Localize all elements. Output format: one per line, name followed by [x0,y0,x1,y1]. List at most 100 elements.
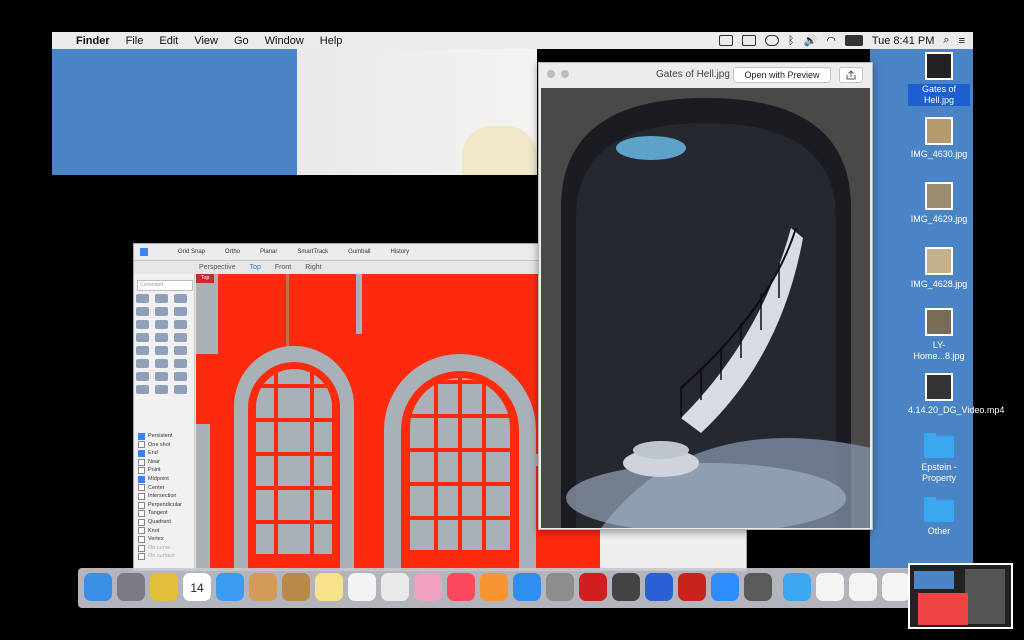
wifi-icon[interactable]: ◠ [826,34,836,47]
rhino-icon[interactable] [612,573,640,601]
osnap-checkbox[interactable] [138,553,145,561]
launchpad-icon[interactable] [117,573,145,601]
gumball-toggle[interactable]: Gumball [348,249,370,255]
bluetooth-icon[interactable]: ᛒ [788,35,795,47]
tab-front[interactable]: Front [275,264,291,271]
osnap-item[interactable]: Midpoint [138,475,182,484]
spotlight-icon[interactable]: ⌕ [943,34,949,47]
history-toggle[interactable]: History [391,249,410,255]
tool-icon[interactable] [136,346,149,355]
tool-icon[interactable] [155,307,168,316]
books-icon[interactable] [480,573,508,601]
tab-perspective[interactable]: Perspective [199,264,236,271]
osnap-item[interactable]: Near [138,458,182,467]
menu-finder[interactable]: Finder [68,35,118,47]
osnap-item[interactable]: End [138,449,182,458]
osnap-item[interactable]: On surface [138,552,182,561]
menu-edit[interactable]: Edit [151,35,186,47]
autocad-icon[interactable] [579,573,607,601]
window-icon[interactable] [882,573,910,601]
acrobat-icon[interactable] [678,573,706,601]
tool-icon[interactable] [174,346,187,355]
tool-icon[interactable] [155,333,168,342]
command-input[interactable]: Command [137,280,193,291]
tool-icon[interactable] [174,385,187,394]
osnap-item[interactable]: Tangent [138,509,182,518]
osnap-checkbox[interactable] [138,518,145,526]
osnap-item[interactable]: Vertex [138,535,182,544]
tool-icon[interactable] [174,307,187,316]
osnap-checkbox[interactable] [138,492,145,500]
music-icon[interactable] [447,573,475,601]
tool-icon[interactable] [136,359,149,368]
tool-icon[interactable] [155,346,168,355]
desktop-icon[interactable]: Other [908,497,970,537]
osnap-checkbox[interactable] [138,535,145,543]
zoom-icon[interactable] [711,573,739,601]
preview-icon[interactable] [249,573,277,601]
textedit-icon[interactable] [381,573,409,601]
osnap-item[interactable]: Point [138,466,182,475]
osnap-item[interactable]: On curve [138,544,182,553]
tool-icon[interactable] [174,359,187,368]
desktop-icon[interactable]: IMG_4629.jpg [908,182,970,225]
osnap-checkbox[interactable] [138,458,145,466]
tool-icon[interactable] [136,385,149,394]
tool-icon[interactable] [136,333,149,342]
osnap-checkbox[interactable] [138,544,145,552]
osnap-checkbox[interactable] [138,527,145,535]
document-icon[interactable] [849,573,877,601]
chrome-icon[interactable] [150,573,178,601]
tool-icon[interactable] [136,320,149,329]
tool-icon[interactable] [155,385,168,394]
desktop-icon[interactable]: Gates of Hell.jpg [908,52,970,106]
battery-icon[interactable] [844,35,863,46]
dock-window-thumbnail[interactable] [908,563,1013,629]
sidebar-toggle-icon[interactable] [140,248,148,256]
tool-icon[interactable] [174,333,187,342]
menu-go[interactable]: Go [226,35,257,47]
bi-status-icon[interactable] [741,35,756,46]
contacts-icon[interactable] [282,573,310,601]
smarttrack-toggle[interactable]: SmartTrack [297,249,328,255]
zoom-status-icon[interactable] [718,35,733,46]
desktop-icon[interactable]: 4.14.20_DG_Video.mp4 [908,373,1004,416]
osnap-checkbox[interactable] [138,484,145,492]
osnap-checkbox[interactable] [138,475,145,483]
close-icon[interactable] [547,70,555,78]
osnap-item[interactable]: Quadrant [138,518,182,527]
tool-icon[interactable] [136,307,149,316]
osnap-checkbox[interactable] [138,449,145,457]
grid-snap-toggle[interactable]: Grid Snap [178,249,205,255]
desktop-icon[interactable]: LY-Home...8.jpg [908,308,970,362]
folder-icon[interactable] [783,573,811,601]
menu-file[interactable]: File [118,35,152,47]
word-icon[interactable] [645,573,673,601]
tool-icon[interactable] [155,320,168,329]
tool-icon[interactable] [174,320,187,329]
tool-icon[interactable] [174,294,187,303]
screen-share-icon[interactable] [764,35,779,46]
osnap-item[interactable]: Perpendicular [138,501,182,510]
tool-icon[interactable] [155,359,168,368]
notification-center-icon[interactable]: ≡ [959,35,965,47]
tool-icon[interactable] [136,372,149,381]
calendar-icon[interactable]: 14 [183,573,211,601]
desktop-icon[interactable]: Epstein - Property [908,433,970,484]
tool-icon[interactable] [155,372,168,381]
planar-toggle[interactable]: Planar [260,249,277,255]
menu-view[interactable]: View [186,35,226,47]
tool-icon[interactable] [174,372,187,381]
osnap-item[interactable]: Persistent [138,432,182,441]
appstore-icon[interactable] [513,573,541,601]
share-button[interactable] [839,67,863,83]
osnap-item[interactable]: One shot [138,441,182,450]
fullscreen-icon[interactable] [561,70,569,78]
open-with-preview-button[interactable]: Open with Preview [733,67,831,83]
osnap-item[interactable]: Knot [138,527,182,536]
osnap-checkbox[interactable] [138,501,145,509]
settings-icon[interactable] [546,573,574,601]
tool-icon[interactable] [136,294,149,303]
reminders-icon[interactable] [348,573,376,601]
clock[interactable]: Tue 8:41 PM [872,35,935,47]
